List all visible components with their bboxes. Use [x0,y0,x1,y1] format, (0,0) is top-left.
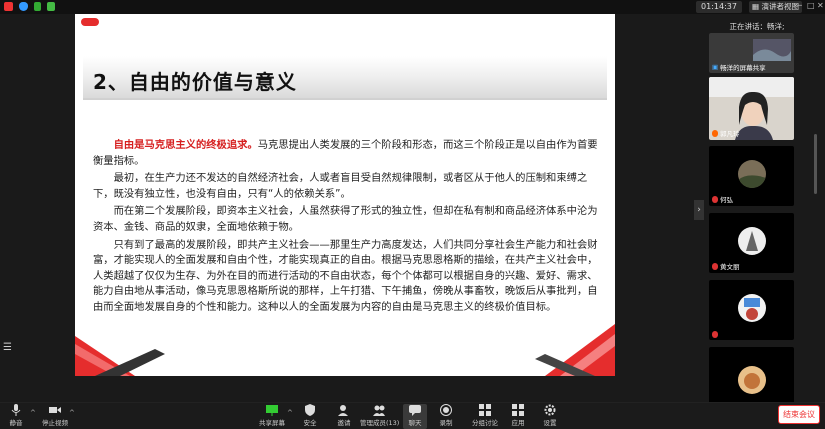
gear-icon [544,404,556,416]
avatar [738,160,766,188]
share-screen-label: 共享屏幕 [259,419,285,427]
mute-options-caret-icon[interactable]: ^ [30,409,36,417]
share-icon: ▣ [712,63,719,71]
avatar [738,366,766,394]
muted-mic-icon [712,195,718,203]
maximize-button[interactable]: □ [807,1,815,10]
shield-icon [305,404,315,416]
paragraph-text: 只有到了最高的发展阶段，即共产主义社会——那里生产力高度发达，人们共同分享社会生… [93,238,598,313]
video-tile-speaker[interactable]: 郭凡玲 [709,77,794,140]
record-icon [440,404,452,416]
muted-mic-icon [712,262,718,270]
video-tile-participant[interactable] [709,360,794,402]
mute-button[interactable]: 静音 [4,404,28,429]
end-meeting-button[interactable]: 结束会议 [778,405,820,424]
record-button[interactable]: 录制 [436,404,456,429]
meeting-toolbar: 静音 ^ 停止视频 ^ 共享屏幕 ^ 安全 邀请 管理成员(13) 聊天 录制 … [0,402,825,429]
signal-icon [47,2,55,11]
paragraph-4: 只有到了最高的发展阶段，即共产主义社会——那里生产力高度发达，人们共同分享社会生… [93,238,605,316]
avatar [738,227,766,255]
security-button[interactable]: 安全 [300,404,320,429]
paragraph-2: 最初，在生产力还不发达的自然经济社会，人或者盲目受自然规律限制，或者区从于他人的… [93,171,605,202]
video-tile-participant[interactable]: 黄文丽 [709,213,794,273]
users-icon [373,405,385,416]
mute-label: 静音 [9,419,23,427]
settings-label: 设置 [543,419,557,427]
muted-mic-icon [712,331,718,338]
view-mode-label: 演讲者视图 [761,2,799,11]
tile-label [712,331,720,338]
active-speaker-label: 正在讲话：畅洋; [729,22,785,31]
muted-mic-icon [712,129,718,137]
tile-label: ▣ 畅洋的屏幕共享 [712,62,766,72]
video-tile-participant[interactable]: 何弘 [709,146,794,206]
chat-button[interactable]: 聊天 [403,404,427,429]
slide-bottom-decoration [75,324,615,376]
tile-name: 何弘 [720,196,733,204]
avatar [738,294,766,322]
participants-button[interactable]: 管理成员(13) [360,404,400,429]
stop-video-button[interactable]: 停止视频 [40,404,70,429]
chat-label: 聊天 [408,419,422,427]
grid-icon [34,2,41,11]
collapse-panel-chevron-icon[interactable]: › [694,200,704,220]
slide-logo [81,18,99,26]
invite-button[interactable]: 邀请 [334,404,354,429]
minimize-button[interactable]: ─ [797,1,802,10]
breakout-label: 分组讨论 [472,419,498,427]
stop-video-label: 停止视频 [42,419,68,427]
apps-icon [512,404,524,416]
list-menu-icon[interactable]: ☰ [3,342,12,353]
video-tile-participant[interactable] [709,280,794,340]
scrollbar-thumb[interactable] [814,134,817,194]
participants-label: 管理成员(13) [360,419,400,427]
security-label: 安全 [303,419,317,427]
tile-label: 何弘 [712,194,733,204]
add-user-icon [338,405,348,416]
meeting-timer: 01:14:37 [696,1,742,13]
slide-header-strip [75,14,615,30]
breakout-rooms-button[interactable]: 分组讨论 [471,404,499,429]
slide-body: 自由是马克思主义的终极追求。马克思提出人类发展的三个阶段和形态，而这三个阶段正是… [93,138,605,318]
video-camera-icon [49,407,61,413]
apps-label: 应用 [511,419,525,427]
paragraph-1: 自由是马克思主义的终极追求。马克思提出人类发展的三个阶段和形态，而这三个阶段正是… [93,138,605,169]
paragraph-text: 而在第二个发展阶段，即资本主义社会，人虽然获得了形式的独立性，但却在私有制和商品… [93,205,598,233]
apps-button[interactable]: 应用 [508,404,528,429]
share-options-caret-icon[interactable]: ^ [287,409,293,417]
highlight-text: 自由是马克思主义的终极追求。 [113,139,258,151]
shield-icon [19,2,28,11]
share-screen-icon [266,405,278,416]
slide-title: 2、自由的价值与意义 [93,70,297,94]
video-options-caret-icon[interactable]: ^ [69,409,75,417]
record-label: 录制 [439,419,453,427]
status-bar: 01:14:37 ▦ 演讲者视图 ─ □ ✕ [0,0,825,14]
app-logo-icon [4,2,13,11]
invite-label: 邀请 [337,419,351,427]
tile-name: 郭凡玲 [720,130,740,138]
chat-icon [409,405,421,416]
view-mode-button[interactable]: ▦ 演讲者视图 [749,1,802,13]
tile-label: 黄文丽 [712,261,740,271]
paragraph-3: 而在第二个发展阶段，即资本主义社会，人虽然获得了形式的独立性，但却在私有制和商品… [93,204,605,235]
breakout-rooms-icon [479,404,491,416]
paragraph-text: 最初，在生产力还不发达的自然经济社会，人或者盲目受自然规律限制，或者区从于他人的… [93,172,588,200]
settings-button[interactable]: 设置 [540,404,560,429]
share-screen-button[interactable]: 共享屏幕 [258,404,286,429]
microphone-icon [11,404,21,416]
shared-slide: 2、自由的价值与意义 自由是马克思主义的终极追求。马克思提出人类发展的三个阶段和… [75,14,615,376]
close-button[interactable]: ✕ [817,1,824,10]
video-tile-screen-share[interactable]: ▣ 畅洋的屏幕共享 [709,33,794,73]
tile-name: 畅洋的屏幕共享 [720,64,766,72]
tile-label: 郭凡玲 [712,128,740,138]
tile-name: 黄文丽 [720,263,740,271]
panel-scrollbar[interactable] [814,14,819,402]
